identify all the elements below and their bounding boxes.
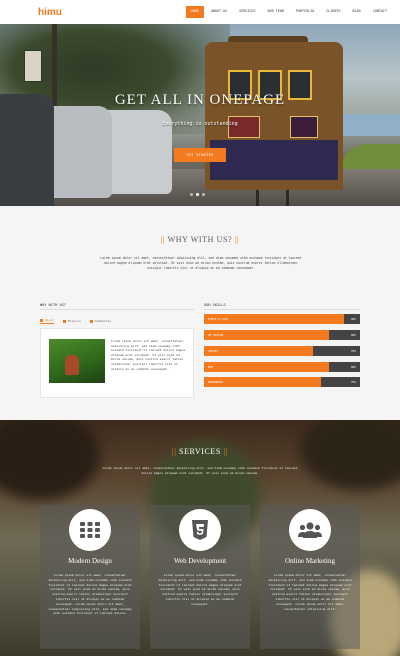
- service-name: Web Development: [173, 557, 227, 565]
- services-title-text: SERVICES: [179, 447, 221, 456]
- slider-dot[interactable]: [202, 193, 205, 196]
- service-name: Online Marketing: [285, 557, 335, 565]
- service-desc: Lorem ipsum dolor sit amet, consectetuer…: [268, 573, 352, 611]
- tab-content-card: Lorem ipsum dolor sit amet, consectetuer…: [40, 328, 194, 398]
- skill-percent: 70%: [350, 349, 356, 353]
- flag-icon: [63, 319, 67, 323]
- tab-label: Community: [94, 319, 111, 323]
- service-card-development[interactable]: Web Development Lorem ipsum dolor sit am…: [150, 505, 250, 649]
- skill-label: Ux Design: [208, 333, 224, 337]
- html5-icon-svg: [192, 520, 208, 540]
- menu-item-clients[interactable]: CLIENTS: [321, 6, 345, 17]
- site-logo[interactable]: himu: [38, 7, 62, 18]
- service-card-design[interactable]: Modern Design Lorem ipsum dolor sit amet…: [40, 505, 140, 649]
- image-figure: [65, 355, 79, 375]
- hero-tram-base: [210, 140, 338, 180]
- users-icon: [89, 319, 93, 323]
- grid-icon-svg: [80, 522, 100, 538]
- skill-label: Jquery: [208, 349, 219, 353]
- tab-label: Mission: [68, 319, 81, 323]
- skill-percent: 80%: [350, 333, 356, 337]
- skill-percent: 90%: [350, 317, 356, 321]
- home-icon: [40, 318, 43, 322]
- html5-icon: [179, 509, 221, 551]
- why-section: || WHY WITH US? || Lorem ipsum dolor sit…: [0, 206, 400, 420]
- menu-item-team[interactable]: OUR TEAM: [263, 6, 289, 17]
- hero-subtitle: Everything is outstanding: [162, 121, 238, 127]
- tab-about[interactable]: About: [40, 318, 55, 324]
- hero-car: [0, 94, 54, 206]
- slider-dots: [190, 193, 205, 196]
- service-name: Modern Design: [68, 557, 112, 565]
- menu-item-about[interactable]: ABOUT US: [206, 6, 232, 17]
- main-menu: HOME ABOUT US SERVICES OUR TEAM PORTFOLI…: [185, 6, 392, 18]
- top-navbar: himu HOME ABOUT US SERVICES OUR TEAM POR…: [0, 0, 400, 24]
- bg-foliage: [0, 420, 100, 500]
- tab-mission[interactable]: Mission: [63, 318, 81, 324]
- grid-icon: [69, 509, 111, 551]
- page: himu HOME ABOUT US SERVICES OUR TEAM POR…: [0, 0, 400, 656]
- why-intro-text: Lorem ipsum dolor sit amet, consectetuer…: [100, 256, 302, 270]
- skill-bar-fill: [204, 362, 329, 372]
- tab-label: About: [45, 318, 55, 322]
- skill-label: Wordpress: [208, 380, 224, 384]
- skill-bar: PHP 80%: [204, 362, 360, 372]
- why-title: || WHY WITH US? ||: [160, 235, 240, 244]
- hero-street-sign: [24, 50, 42, 82]
- service-desc: Lorem ipsum dolor sit amet, consectetuer…: [48, 573, 132, 616]
- skills-heading: OUR SKILLS: [204, 303, 226, 307]
- services-intro-text: Lorem ipsum dolor sit amet, consectetuer…: [102, 466, 298, 475]
- hero-slider: GET ALL IN ONEPAGE Everything is outstan…: [0, 24, 400, 206]
- skill-percent: 80%: [350, 365, 356, 369]
- hero-title: GET ALL IN ONEPAGE: [114, 92, 286, 108]
- slider-dot[interactable]: [190, 193, 193, 196]
- menu-item-services[interactable]: SERVICES: [234, 6, 260, 17]
- users-icon: [289, 509, 331, 551]
- tab-content-text: Lorem ipsum dolor sit amet, consectetuer…: [111, 339, 186, 371]
- why-tabs: About Mission Community: [40, 318, 111, 324]
- slider-dot-active[interactable]: [196, 193, 199, 196]
- skill-bar: Jquery 70%: [204, 346, 360, 356]
- menu-item-contact[interactable]: CONTACT: [368, 6, 392, 17]
- menu-item-blog[interactable]: BLOG: [348, 6, 366, 17]
- why-title-text: WHY WITH US?: [167, 235, 233, 244]
- why-left-heading: WHY WITH US?: [40, 303, 66, 307]
- tab-community[interactable]: Community: [89, 318, 111, 324]
- tab-content-image: [49, 339, 105, 383]
- services-title: || SERVICES ||: [172, 447, 228, 456]
- skill-bar: HTML5 & CSS3 90%: [204, 314, 360, 324]
- get-started-button[interactable]: GET STARTED: [174, 148, 226, 162]
- hero-tram-board: [228, 116, 260, 138]
- service-desc: Lorem ipsum dolor sit amet, consectetuer…: [158, 573, 242, 606]
- menu-item-portfolio[interactable]: PORTFOLIO: [291, 6, 319, 17]
- service-card-marketing[interactable]: Online Marketing Lorem ipsum dolor sit a…: [260, 505, 360, 649]
- skill-label: PHP: [208, 365, 214, 369]
- skill-percent: 75%: [350, 380, 356, 384]
- menu-item-home[interactable]: HOME: [185, 6, 204, 18]
- divider: [40, 309, 194, 310]
- hero-hill: [340, 144, 400, 172]
- divider: [204, 309, 360, 310]
- skill-bar: Wordpress 75%: [204, 377, 360, 387]
- skill-bar: Ux Design 80%: [204, 330, 360, 340]
- skill-bar-fill: [204, 346, 314, 356]
- services-section: || SERVICES || Lorem ipsum dolor sit ame…: [0, 420, 400, 656]
- hero-tram-board: [290, 116, 318, 138]
- skill-label: HTML5 & CSS3: [208, 317, 229, 321]
- users-icon-svg: [298, 522, 322, 538]
